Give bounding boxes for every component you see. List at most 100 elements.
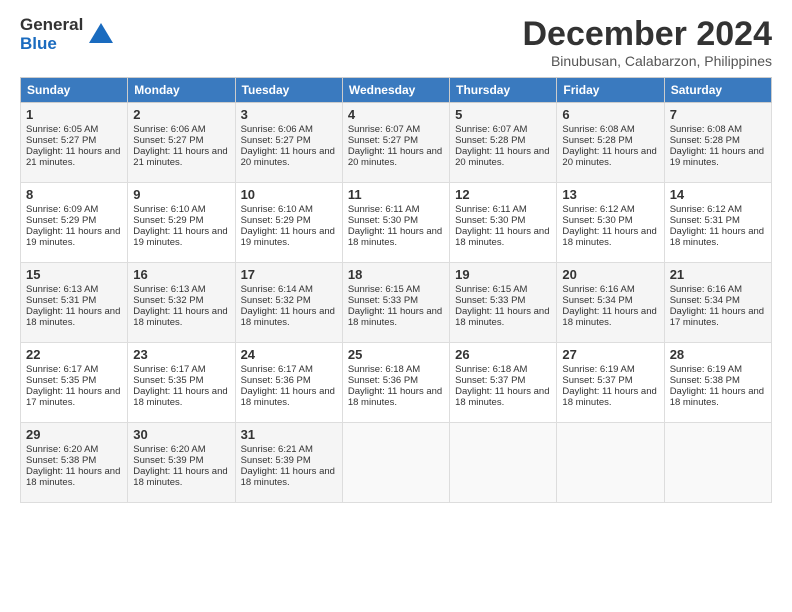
table-cell: 15Sunrise: 6:13 AMSunset: 5:31 PMDayligh… <box>21 263 128 343</box>
day-info: Daylight: 11 hours and 18 minutes. <box>455 306 551 328</box>
day-info: Sunset: 5:31 PM <box>670 215 766 226</box>
day-info: Sunrise: 6:11 AM <box>455 204 551 215</box>
day-info: Daylight: 11 hours and 20 minutes. <box>241 146 337 168</box>
day-number: 18 <box>348 267 444 282</box>
header-row: Sunday Monday Tuesday Wednesday Thursday… <box>21 78 772 103</box>
table-cell: 17Sunrise: 6:14 AMSunset: 5:32 PMDayligh… <box>235 263 342 343</box>
table-cell: 3Sunrise: 6:06 AMSunset: 5:27 PMDaylight… <box>235 103 342 183</box>
day-info: Daylight: 11 hours and 18 minutes. <box>348 306 444 328</box>
table-cell: 10Sunrise: 6:10 AMSunset: 5:29 PMDayligh… <box>235 183 342 263</box>
day-info: Sunset: 5:33 PM <box>455 295 551 306</box>
day-number: 12 <box>455 187 551 202</box>
day-info: Sunset: 5:31 PM <box>26 295 122 306</box>
day-info: Sunrise: 6:17 AM <box>26 364 122 375</box>
day-info: Sunset: 5:34 PM <box>670 295 766 306</box>
day-info: Sunrise: 6:07 AM <box>348 124 444 135</box>
th-friday: Friday <box>557 78 664 103</box>
th-saturday: Saturday <box>664 78 771 103</box>
day-info: Sunrise: 6:19 AM <box>670 364 766 375</box>
day-number: 25 <box>348 347 444 362</box>
day-info: Sunrise: 6:13 AM <box>133 284 229 295</box>
table-cell: 11Sunrise: 6:11 AMSunset: 5:30 PMDayligh… <box>342 183 449 263</box>
day-info: Sunset: 5:37 PM <box>562 375 658 386</box>
table-cell: 19Sunrise: 6:15 AMSunset: 5:33 PMDayligh… <box>450 263 557 343</box>
table-row: 15Sunrise: 6:13 AMSunset: 5:31 PMDayligh… <box>21 263 772 343</box>
day-info: Sunrise: 6:10 AM <box>241 204 337 215</box>
table-cell: 2Sunrise: 6:06 AMSunset: 5:27 PMDaylight… <box>128 103 235 183</box>
day-info: Sunrise: 6:11 AM <box>348 204 444 215</box>
day-number: 7 <box>670 107 766 122</box>
table-cell <box>342 423 449 503</box>
day-number: 14 <box>670 187 766 202</box>
day-number: 10 <box>241 187 337 202</box>
day-number: 23 <box>133 347 229 362</box>
day-info: Daylight: 11 hours and 19 minutes. <box>670 146 766 168</box>
day-info: Sunset: 5:39 PM <box>241 455 337 466</box>
day-number: 20 <box>562 267 658 282</box>
day-info: Daylight: 11 hours and 17 minutes. <box>670 306 766 328</box>
day-info: Daylight: 11 hours and 19 minutes. <box>133 226 229 248</box>
table-cell: 14Sunrise: 6:12 AMSunset: 5:31 PMDayligh… <box>664 183 771 263</box>
table-cell: 4Sunrise: 6:07 AMSunset: 5:27 PMDaylight… <box>342 103 449 183</box>
day-info: Sunset: 5:33 PM <box>348 295 444 306</box>
page: General Blue December 2024 Binubusan, Ca… <box>0 0 792 513</box>
day-info: Sunset: 5:27 PM <box>348 135 444 146</box>
day-number: 19 <box>455 267 551 282</box>
day-number: 22 <box>26 347 122 362</box>
day-info: Daylight: 11 hours and 20 minutes. <box>455 146 551 168</box>
th-wednesday: Wednesday <box>342 78 449 103</box>
day-info: Daylight: 11 hours and 21 minutes. <box>26 146 122 168</box>
day-number: 9 <box>133 187 229 202</box>
title-area: December 2024 Binubusan, Calabarzon, Phi… <box>522 16 772 69</box>
day-number: 6 <box>562 107 658 122</box>
table-cell <box>450 423 557 503</box>
table-cell: 13Sunrise: 6:12 AMSunset: 5:30 PMDayligh… <box>557 183 664 263</box>
header: General Blue December 2024 Binubusan, Ca… <box>20 16 772 69</box>
table-cell: 26Sunrise: 6:18 AMSunset: 5:37 PMDayligh… <box>450 343 557 423</box>
day-info: Sunset: 5:32 PM <box>133 295 229 306</box>
day-info: Daylight: 11 hours and 17 minutes. <box>26 386 122 408</box>
th-thursday: Thursday <box>450 78 557 103</box>
day-info: Daylight: 11 hours and 18 minutes. <box>26 306 122 328</box>
day-number: 15 <box>26 267 122 282</box>
day-info: Sunrise: 6:18 AM <box>348 364 444 375</box>
day-number: 31 <box>241 427 337 442</box>
day-info: Sunset: 5:28 PM <box>562 135 658 146</box>
day-info: Sunset: 5:35 PM <box>26 375 122 386</box>
day-number: 28 <box>670 347 766 362</box>
table-cell: 22 Sunrise: 6:17 AMSunset: 5:35 PMDayligh… <box>21 343 128 423</box>
day-number: 30 <box>133 427 229 442</box>
day-number: 17 <box>241 267 337 282</box>
table-row: 22Sunrise: 6:17 AMSunset: 5:35 PMDayligh… <box>21 343 772 423</box>
day-info: Sunset: 5:30 PM <box>455 215 551 226</box>
day-info: Sunset: 5:29 PM <box>26 215 122 226</box>
day-info: Sunrise: 6:17 AM <box>241 364 337 375</box>
day-number: 2 <box>133 107 229 122</box>
day-info: Sunrise: 6:20 AM <box>133 444 229 455</box>
day-info: Daylight: 11 hours and 18 minutes. <box>241 386 337 408</box>
day-info: Sunrise: 6:18 AM <box>455 364 551 375</box>
table-cell: 9Sunrise: 6:10 AMSunset: 5:29 PMDaylight… <box>128 183 235 263</box>
table-cell: 31 Sunrise: 6:21 AMSunset: 5:39 PMDayligh… <box>235 423 342 503</box>
day-info: Sunrise: 6:08 AM <box>562 124 658 135</box>
day-number: 29 <box>26 427 122 442</box>
day-number: 4 <box>348 107 444 122</box>
day-number: 27 <box>562 347 658 362</box>
day-info: Sunset: 5:28 PM <box>670 135 766 146</box>
day-number: 1 <box>26 107 122 122</box>
day-info: Sunrise: 6:07 AM <box>455 124 551 135</box>
day-info: Daylight: 11 hours and 18 minutes. <box>562 226 658 248</box>
day-info: Daylight: 11 hours and 18 minutes. <box>241 466 337 488</box>
table-cell: 23Sunrise: 6:17 AMSunset: 5:35 PMDayligh… <box>128 343 235 423</box>
day-info: Sunset: 5:32 PM <box>241 295 337 306</box>
table-cell: 27Sunrise: 6:19 AMSunset: 5:37 PMDayligh… <box>557 343 664 423</box>
location: Binubusan, Calabarzon, Philippines <box>522 53 772 69</box>
day-info: Sunset: 5:36 PM <box>348 375 444 386</box>
day-info: Sunrise: 6:16 AM <box>670 284 766 295</box>
day-info: Daylight: 11 hours and 18 minutes. <box>241 306 337 328</box>
table-cell: 20Sunrise: 6:16 AMSunset: 5:34 PMDayligh… <box>557 263 664 343</box>
day-info: Sunset: 5:27 PM <box>26 135 122 146</box>
day-info: Daylight: 11 hours and 20 minutes. <box>562 146 658 168</box>
day-info: Sunrise: 6:21 AM <box>241 444 337 455</box>
day-info: Sunset: 5:30 PM <box>348 215 444 226</box>
